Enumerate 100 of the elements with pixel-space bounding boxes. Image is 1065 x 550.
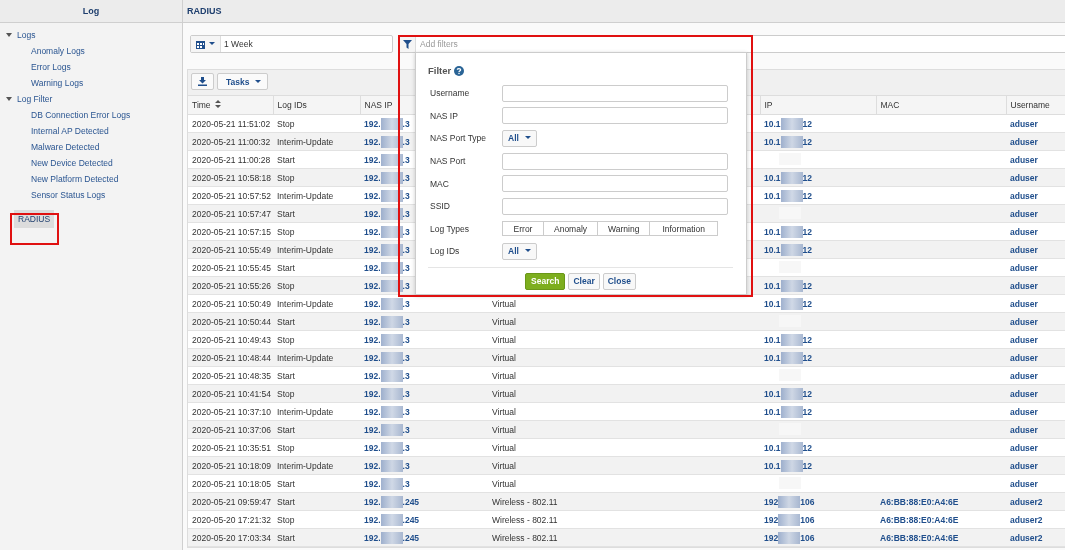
ip-link[interactable]: .3 xyxy=(402,136,410,147)
sidebar-item[interactable]: New Platform Detected xyxy=(31,174,119,184)
ip-link[interactable]: 12 xyxy=(802,460,812,471)
ip-link[interactable]: 10.1 xyxy=(764,244,781,255)
ip-link[interactable]: 192 xyxy=(764,496,779,507)
ip-link[interactable]: 192. xyxy=(364,352,381,363)
ip-link[interactable]: .3 xyxy=(402,262,410,273)
ip-link[interactable]: 192. xyxy=(364,406,381,417)
ip-link[interactable]: 12 xyxy=(802,298,812,309)
ip-link[interactable]: .3 xyxy=(402,172,410,183)
input-field[interactable] xyxy=(502,84,728,102)
ip-link[interactable]: 192. xyxy=(364,478,381,489)
ip-link[interactable]: 192. xyxy=(364,316,381,327)
ip-link[interactable]: 10.1 xyxy=(764,460,781,471)
ip-link[interactable]: .3 xyxy=(402,370,410,381)
username-link[interactable]: aduser2 xyxy=(1010,514,1043,525)
sidebar-item[interactable]: Malware Detected xyxy=(31,142,100,152)
ip-link[interactable]: 192 xyxy=(764,532,779,543)
select-dropdown[interactable]: All xyxy=(502,242,537,260)
filter-input[interactable]: Add filters xyxy=(416,35,1065,53)
ip-link[interactable]: .3 xyxy=(402,316,410,327)
ip-link[interactable]: 192. xyxy=(364,190,381,201)
column-header[interactable]: Log IDs xyxy=(277,100,307,110)
username-link[interactable]: aduser xyxy=(1010,406,1038,417)
ip-link[interactable]: 10.1 xyxy=(764,280,781,291)
ip-link[interactable]: 12 xyxy=(802,280,812,291)
ip-link[interactable]: 10.1 xyxy=(764,406,781,417)
ip-link[interactable]: 192 xyxy=(764,514,779,525)
ip-link[interactable]: 10.1 xyxy=(764,442,781,453)
popup-button[interactable]: Clear xyxy=(568,272,600,290)
username-link[interactable]: aduser xyxy=(1010,226,1038,237)
ip-link[interactable]: 10.1 xyxy=(764,190,781,201)
ip-link[interactable]: 192. xyxy=(364,334,381,345)
ip-link[interactable]: 12 xyxy=(802,226,812,237)
ip-link[interactable]: 12 xyxy=(802,172,812,183)
sidebar-item[interactable]: New Device Detected xyxy=(31,158,113,168)
column-header[interactable]: IP xyxy=(764,100,773,110)
ip-link[interactable]: 12 xyxy=(802,244,812,255)
ip-link[interactable]: 10.1 xyxy=(764,118,781,129)
ip-link[interactable]: .245 xyxy=(402,514,420,525)
ip-link[interactable]: 10.1 xyxy=(764,298,781,309)
ip-link[interactable]: .3 xyxy=(402,190,410,201)
username-link[interactable]: aduser xyxy=(1010,334,1038,345)
username-link[interactable]: aduser xyxy=(1010,370,1038,381)
sidebar-item[interactable]: Logs xyxy=(17,30,36,40)
select-dropdown[interactable]: All xyxy=(502,130,537,147)
log-type-toggle[interactable]: Anomaly xyxy=(543,221,599,237)
ip-link[interactable]: 10.1 xyxy=(764,172,781,183)
log-type-toggle[interactable]: Information xyxy=(649,221,718,237)
tasks-dropdown-button[interactable]: Tasks xyxy=(217,73,269,90)
ip-link[interactable]: 192. xyxy=(364,514,381,525)
ip-link[interactable]: 10.1 xyxy=(764,352,781,363)
column-header[interactable]: NAS IP xyxy=(364,100,393,110)
log-type-toggle[interactable]: Error xyxy=(502,221,544,237)
ip-link[interactable]: 12 xyxy=(802,388,812,399)
input-field[interactable] xyxy=(502,175,728,193)
ip-link[interactable]: 12 xyxy=(802,442,812,453)
ip-link[interactable]: 106 xyxy=(800,514,815,525)
ip-link[interactable]: 192. xyxy=(364,118,381,129)
ip-link[interactable]: 12 xyxy=(802,118,812,129)
column-header[interactable]: Time xyxy=(192,100,211,110)
ip-link[interactable]: .3 xyxy=(402,442,410,453)
expand-toggle-icon[interactable] xyxy=(6,32,12,38)
ip-link[interactable]: 192. xyxy=(364,370,381,381)
ip-link[interactable]: 192. xyxy=(364,154,381,165)
ip-link[interactable]: 192. xyxy=(364,424,381,435)
input-field[interactable] xyxy=(502,197,728,215)
username-link[interactable]: aduser xyxy=(1010,190,1038,201)
ip-link[interactable]: 12 xyxy=(802,136,812,147)
ip-link[interactable]: 10.1 xyxy=(764,388,781,399)
ip-link[interactable]: 192. xyxy=(364,496,381,507)
username-link[interactable]: aduser xyxy=(1010,298,1038,309)
ip-link[interactable]: 12 xyxy=(802,352,812,363)
ip-link[interactable]: .3 xyxy=(402,298,410,309)
ip-link[interactable]: 10.1 xyxy=(764,226,781,237)
sidebar-item[interactable]: DB Connection Error Logs xyxy=(31,110,131,120)
ip-link[interactable]: 192. xyxy=(364,208,381,219)
ip-link[interactable]: 192. xyxy=(364,244,381,255)
username-link[interactable]: aduser xyxy=(1010,262,1038,273)
ip-link[interactable]: 192. xyxy=(364,532,381,543)
sidebar-item[interactable]: Sensor Status Logs xyxy=(31,190,106,200)
ip-link[interactable]: .245 xyxy=(402,496,420,507)
ip-link[interactable]: 192. xyxy=(364,136,381,147)
ip-link[interactable]: 192. xyxy=(364,262,381,273)
sidebar-item[interactable]: Warning Logs xyxy=(31,78,84,88)
date-range-field[interactable]: 1 Week xyxy=(190,35,393,53)
sidebar-item[interactable]: Internal AP Detected xyxy=(31,126,109,136)
mac-link[interactable]: A6:BB:88:E0:A4:6E xyxy=(880,514,959,525)
ip-link[interactable]: 192. xyxy=(364,280,381,291)
ip-link[interactable]: .3 xyxy=(402,352,410,363)
column-header[interactable]: MAC xyxy=(880,100,900,110)
ip-link[interactable]: .3 xyxy=(402,208,410,219)
ip-link[interactable]: 106 xyxy=(800,532,815,543)
sidebar-item[interactable]: Anomaly Logs xyxy=(31,46,85,56)
ip-link[interactable]: 192. xyxy=(364,172,381,183)
ip-link[interactable]: 192. xyxy=(364,442,381,453)
username-link[interactable]: aduser xyxy=(1010,118,1038,129)
popup-button[interactable]: Close xyxy=(602,272,636,290)
ip-link[interactable]: .3 xyxy=(402,154,410,165)
username-link[interactable]: aduser xyxy=(1010,154,1038,165)
